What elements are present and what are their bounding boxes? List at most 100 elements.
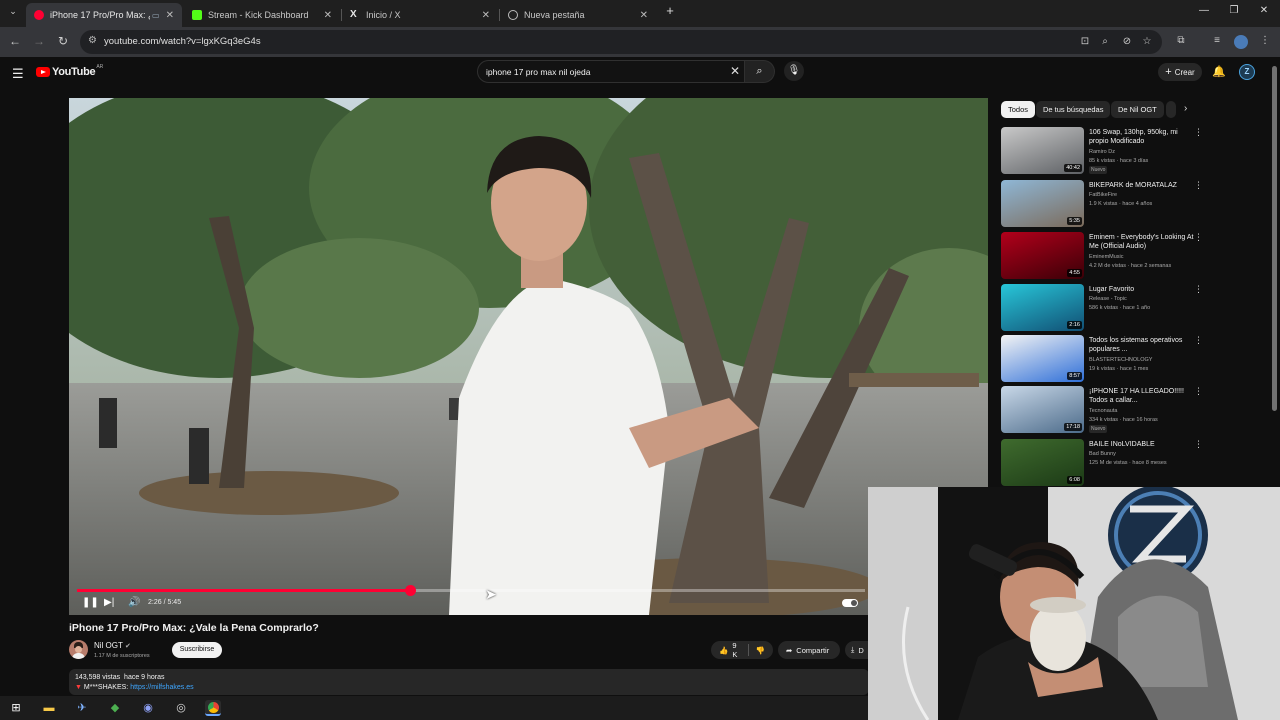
discord-icon[interactable]: ◉	[140, 700, 156, 716]
recommendation-title[interactable]: Lugar Favorito	[1089, 285, 1197, 294]
like-count[interactable]: 9 K	[732, 641, 741, 659]
address-bar[interactable]: ⚙ youtube.com/watch?v=lgxKGq3eG4s ⊡ ⌕ ⊘ …	[80, 30, 1162, 54]
recommendation-item[interactable]: 2:16 Lugar Favorito Release - Topic 586 k v…	[1001, 284, 1203, 332]
autoplay-toggle[interactable]	[842, 599, 858, 607]
tab-youtube[interactable]: iPhone 17 Pro/Pro Max: ¿V ▭ ✕	[26, 3, 182, 27]
like-thumb-icon[interactable]: 👍	[719, 646, 728, 655]
restore-icon[interactable]: ❐	[1224, 5, 1244, 16]
more-options-icon[interactable]: ⋮	[1194, 386, 1203, 397]
video-thumbnail[interactable]: 17:18	[1001, 386, 1084, 433]
chip-more-partial[interactable]	[1166, 101, 1176, 118]
description-box[interactable]: 143,598 vistas hace 9 horas ▼ M***SHAKES…	[69, 669, 869, 695]
video-thumbnail[interactable]: 2:16	[1001, 284, 1084, 331]
video-player[interactable]: ❚❚ ▶| 🔊 2:26 / 5:45	[69, 98, 988, 615]
minimize-icon[interactable]: —	[1194, 5, 1214, 16]
close-window-icon[interactable]: ✕	[1254, 5, 1274, 16]
recommendation-channel[interactable]: Tecnonauta	[1089, 408, 1117, 414]
more-options-icon[interactable]: ⋮	[1194, 180, 1203, 191]
scrollbar[interactable]	[1272, 66, 1277, 411]
youtube-logo[interactable]: YouTube AR	[36, 64, 103, 78]
download-button[interactable]: ⤓ D	[845, 641, 868, 659]
forward-arrow-icon[interactable]: →	[31, 34, 47, 48]
video-thumbnail[interactable]: 6:08	[1001, 439, 1084, 486]
voice-search-mic-icon[interactable]: 🎙	[784, 61, 804, 81]
recommendation-channel[interactable]: BLASTERTECHNOLOGY	[1089, 357, 1152, 363]
search-button[interactable]: ⌕	[745, 60, 775, 83]
recommendation-channel[interactable]: EminemMusic	[1089, 254, 1124, 260]
recommendation-channel[interactable]: Ramiro Dz	[1089, 149, 1115, 155]
channel-name[interactable]: Nil OGT ✔	[94, 641, 131, 650]
volume-icon[interactable]: 🔊	[128, 597, 140, 608]
create-button[interactable]: + Crear	[1158, 63, 1202, 81]
progress-bar[interactable]	[77, 585, 865, 596]
new-tab-plus-icon[interactable]: +	[660, 3, 680, 18]
more-options-icon[interactable]: ⋮	[1194, 335, 1203, 346]
subscribe-button[interactable]: Suscribirse	[172, 642, 222, 658]
close-tab-icon[interactable]: ✕	[640, 10, 648, 21]
profile-avatar-icon[interactable]	[1234, 35, 1248, 49]
recommendation-item[interactable]: 17:18 ¡IPHONE 17 HA LLEGADO!!!!! Todos a …	[1001, 386, 1203, 434]
eye-off-icon[interactable]: ⊘	[1120, 36, 1134, 47]
site-settings-icon[interactable]: ⚙	[88, 35, 97, 46]
install-app-icon[interactable]: ⊡	[1078, 36, 1092, 47]
notifications-bell-icon[interactable]: 🔔	[1212, 65, 1226, 78]
tab-kick[interactable]: Stream - Kick Dashboard ✕	[184, 3, 340, 27]
recommendation-channel[interactable]: FatBikeFire	[1089, 192, 1117, 198]
recommendation-title[interactable]: Eminem - Everybody's Looking At Me (Offi…	[1089, 233, 1197, 251]
more-vertical-icon[interactable]: ⋮	[1258, 35, 1272, 46]
recommendation-title[interactable]: Todos los sistemas operativos populares …	[1089, 336, 1197, 354]
close-tab-icon[interactable]: ✕	[482, 10, 490, 21]
recommendation-item[interactable]: 40:42 106 Swap, 130hp, 950kg, mi propio M…	[1001, 127, 1203, 175]
channel-avatar[interactable]	[69, 640, 88, 659]
chip-all[interactable]: Todos	[1001, 101, 1036, 118]
zoom-icon[interactable]: ⌕	[1098, 36, 1112, 47]
more-options-icon[interactable]: ⋮	[1194, 232, 1203, 243]
tab-search-icon[interactable]: ⌄	[5, 6, 21, 17]
search-input[interactable]: iphone 17 pro max nil ojeda ✕	[477, 60, 745, 83]
steam-icon[interactable]: ✈	[74, 700, 90, 716]
reload-icon[interactable]: ↻	[55, 34, 71, 48]
back-arrow-icon[interactable]: ←	[7, 34, 23, 48]
close-tab-icon[interactable]: ✕	[324, 10, 332, 21]
obs-icon[interactable]: ◎	[173, 700, 189, 716]
recommendation-title[interactable]: BIKEPARK de MORATALAZ	[1089, 181, 1197, 190]
account-avatar[interactable]: Z	[1239, 64, 1255, 80]
media-controls-icon[interactable]: ≡	[1210, 35, 1224, 46]
python-icon[interactable]: ◆	[107, 700, 123, 716]
more-options-icon[interactable]: ⋮	[1194, 439, 1203, 450]
tab-new-tab[interactable]: Nueva pestaña ✕	[500, 3, 656, 27]
chip-from-channel[interactable]: De Nil OGT	[1111, 101, 1164, 118]
close-tab-icon[interactable]: ✕	[166, 10, 174, 21]
hamburger-menu-icon[interactable]: ☰	[12, 66, 24, 82]
chip-from-searches[interactable]: De tus búsquedas	[1036, 101, 1111, 118]
bookmark-star-icon[interactable]: ☆	[1140, 36, 1154, 47]
more-options-icon[interactable]: ⋮	[1194, 284, 1203, 295]
clear-search-icon[interactable]: ✕	[730, 64, 740, 78]
recommendation-channel[interactable]: Bad Bunny	[1089, 451, 1116, 457]
video-thumbnail[interactable]: 40:42	[1001, 127, 1084, 174]
recommendation-item[interactable]: 6:08 BAILE INoLVIDABLE Bad Bunny 125 M de v…	[1001, 439, 1203, 487]
video-thumbnail[interactable]: 4:55	[1001, 232, 1084, 279]
extensions-puzzle-icon[interactable]: ⧉	[1174, 35, 1188, 46]
video-thumbnail[interactable]: 8:57	[1001, 335, 1084, 382]
windows-start-icon[interactable]: ⊞	[8, 700, 24, 716]
recommendation-item[interactable]: 5:35 BIKEPARK de MORATALAZ FatBikeFire 1.9 …	[1001, 180, 1203, 228]
recommendation-title[interactable]: BAILE INoLVIDABLE	[1089, 440, 1197, 449]
file-explorer-icon[interactable]: ▬	[41, 700, 57, 716]
duration-badge: 2:16	[1067, 321, 1082, 329]
pause-icon[interactable]: ❚❚	[82, 597, 99, 608]
description-link[interactable]: https://milfshakes.es	[130, 684, 193, 691]
tab-x[interactable]: X Inicio / X ✕	[342, 3, 498, 27]
share-button[interactable]: ➦ Compartir	[778, 641, 840, 659]
next-video-icon[interactable]: ▶|	[104, 597, 114, 608]
dislike-thumb-icon[interactable]: 👎	[756, 646, 765, 655]
video-thumbnail[interactable]: 5:35	[1001, 180, 1084, 227]
chrome-icon[interactable]	[205, 700, 221, 716]
recommendation-item[interactable]: 4:55 Eminem - Everybody's Looking At Me (…	[1001, 232, 1203, 280]
more-options-icon[interactable]: ⋮	[1194, 127, 1203, 138]
recommendation-title[interactable]: ¡IPHONE 17 HA LLEGADO!!!!! Todos a calla…	[1089, 387, 1197, 405]
recommendation-title[interactable]: 106 Swap, 130hp, 950kg, mi propio Modifi…	[1089, 128, 1197, 146]
chevron-right-icon[interactable]: ›	[1184, 103, 1187, 114]
recommendation-item[interactable]: 8:57 Todos los sistemas operativos popula…	[1001, 335, 1203, 383]
recommendation-channel[interactable]: Release - Topic	[1089, 296, 1127, 302]
